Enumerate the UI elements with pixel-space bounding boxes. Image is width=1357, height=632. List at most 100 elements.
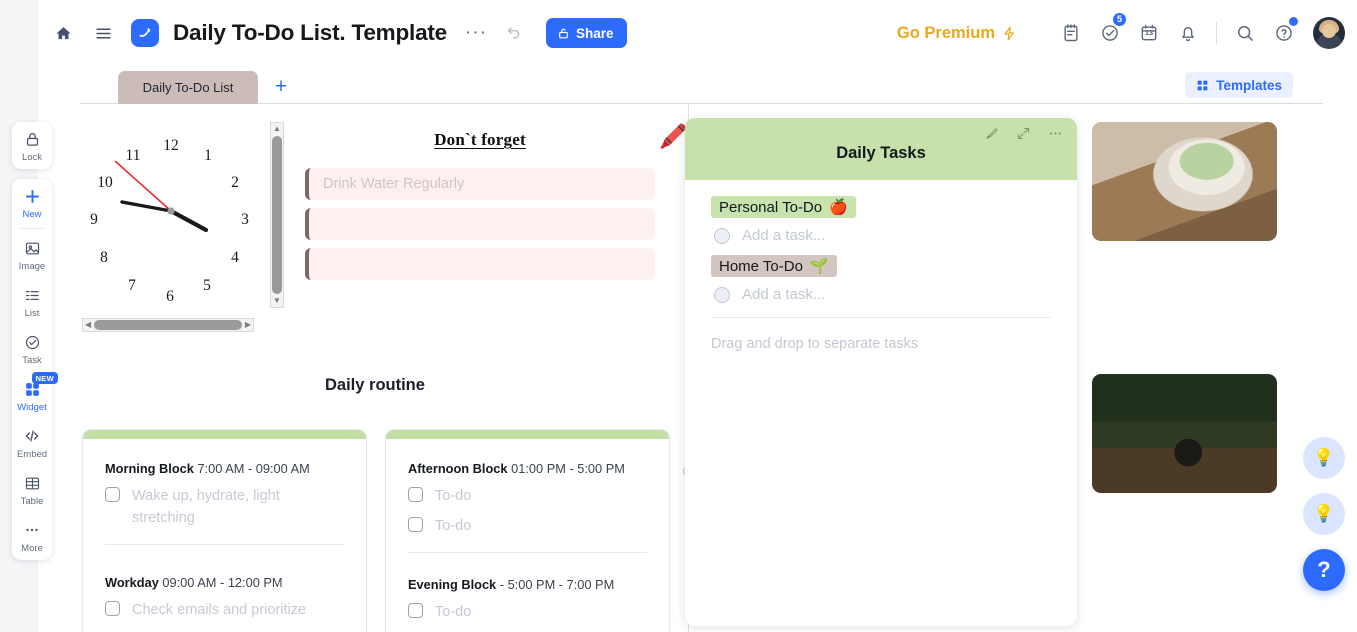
task-group-personal[interactable]: Personal To-Do 🍎 <box>711 196 856 218</box>
more-dots-icon <box>23 520 41 540</box>
matcha-latte-photo[interactable] <box>1092 122 1277 241</box>
calendar-day-number: 13 <box>1144 28 1154 37</box>
routine-todo-item[interactable]: Wake up, hydrate, light stretching <box>105 485 344 530</box>
routine-card-morning: Morning Block 7:00 AM - 09:00 AM Wake up… <box>82 429 367 632</box>
clock-number-5: 5 <box>203 277 211 294</box>
notepad-icon[interactable] <box>1053 15 1089 51</box>
tab-daily-to-do-list[interactable]: Daily To-Do List <box>118 71 258 104</box>
clock-minute-hand <box>168 208 209 233</box>
app-logo-icon[interactable] <box>131 19 159 47</box>
title-more-button[interactable]: ··· <box>465 23 487 42</box>
routine-divider <box>105 543 344 545</box>
sidebar-item-new[interactable]: New <box>12 179 52 226</box>
sidebar-label-widget: Widget <box>17 402 47 413</box>
clock-vertical-scrollbar[interactable]: ▲ ▼ <box>270 122 284 308</box>
clock-horizontal-scrollbar[interactable]: ◀ ▶ <box>82 318 254 332</box>
templates-button[interactable]: Templates <box>1185 72 1293 98</box>
scroll-down-arrow-icon[interactable]: ▼ <box>273 297 281 305</box>
add-task-home[interactable]: Add a task... <box>714 286 1051 303</box>
hint-bulb-button-1[interactable]: 💡 <box>1303 437 1345 479</box>
page-title: Daily To-Do List. Template <box>173 20 447 45</box>
hamburger-menu-icon[interactable] <box>88 18 118 48</box>
routine-block-name: Morning Block <box>105 461 194 476</box>
clock-number-6: 6 <box>166 288 174 305</box>
lock-tool-card: Lock <box>12 122 52 169</box>
task-radio-icon[interactable] <box>714 227 730 244</box>
todo-checkbox[interactable] <box>408 487 423 502</box>
daily-tasks-header: Daily Tasks <box>685 118 1077 180</box>
app-root: Daily To-Do List. Template ··· Share Go … <box>0 0 1357 632</box>
sidebar-item-widget[interactable]: NEW Widget <box>12 372 58 419</box>
calendar-icon[interactable]: 13 <box>1131 15 1167 51</box>
bell-icon[interactable] <box>1170 15 1206 51</box>
daily-routine-title: Daily routine <box>325 376 425 394</box>
dont-forget-input-2[interactable] <box>305 208 655 240</box>
sidebar-item-list[interactable]: List <box>12 278 52 325</box>
share-button[interactable]: Share <box>545 18 627 48</box>
routine-card-body: Morning Block 7:00 AM - 09:00 AM Wake up… <box>83 439 366 621</box>
vintage-camera-photo[interactable] <box>1092 374 1277 493</box>
routine-block-time: 7:00 AM - 09:00 AM <box>197 461 310 476</box>
sidebar-item-image[interactable]: Image <box>12 231 52 278</box>
go-premium-label: Go Premium <box>896 23 995 42</box>
routine-divider <box>408 551 647 553</box>
scroll-up-arrow-icon[interactable]: ▲ <box>273 125 281 133</box>
vertical-scroll-thumb[interactable] <box>272 136 282 294</box>
list-icon <box>24 285 41 305</box>
sidebar-item-embed[interactable]: Embed <box>12 419 52 466</box>
go-premium-button[interactable]: Go Premium <box>897 24 1017 43</box>
scroll-left-arrow-icon[interactable]: ◀ <box>85 321 91 329</box>
widget-new-badge: NEW <box>31 372 58 384</box>
help-question-icon[interactable] <box>1266 15 1302 51</box>
sidebar-item-table[interactable]: Table <box>12 466 52 513</box>
horizontal-scroll-thumb[interactable] <box>94 320 242 330</box>
more-dots-icon[interactable] <box>1048 126 1063 146</box>
undo-icon[interactable] <box>500 18 530 48</box>
sidebar-item-task[interactable]: Task <box>12 325 52 372</box>
routine-todo-item[interactable]: To-do <box>408 601 647 623</box>
daily-tasks-body: Personal To-Do 🍎 Add a task... Home To-D… <box>685 180 1077 352</box>
todo-checkbox[interactable] <box>105 600 120 616</box>
routine-todo-item[interactable]: Check emails and prioritize <box>105 599 344 621</box>
clock-number-7: 7 <box>128 277 136 294</box>
routine-card-afternoon: Afternoon Block 01:00 PM - 5:00 PM To-do… <box>385 429 670 632</box>
todo-checkbox[interactable] <box>408 517 423 533</box>
task-circle-icon <box>24 332 41 352</box>
routine-todo-item[interactable]: To-do <box>408 515 647 537</box>
document-canvas: 12 1 2 3 4 5 6 7 8 9 10 11 ▲ ▼ ◀ ▶ Don`t… <box>60 104 1357 632</box>
sidebar-item-more[interactable]: More <box>12 513 52 560</box>
home-icon[interactable] <box>48 18 78 48</box>
embed-code-icon <box>23 426 41 446</box>
brush-icon[interactable] <box>984 126 999 146</box>
left-tool-rail: Lock New Image List Task NEW Widget Embe… <box>12 122 58 560</box>
expand-icon[interactable] <box>1016 126 1031 146</box>
task-group-home[interactable]: Home To-Do 🌱 <box>711 255 837 277</box>
user-avatar[interactable] <box>1313 17 1345 49</box>
help-button[interactable]: ? <box>1303 549 1345 591</box>
search-icon[interactable] <box>1227 15 1263 51</box>
routine-todo-item[interactable]: To-do <box>408 485 647 507</box>
hint-bulb-button-2[interactable]: 💡 <box>1303 493 1345 535</box>
add-task-personal[interactable]: Add a task... <box>714 227 1051 244</box>
sidebar-label-task: Task <box>22 355 42 366</box>
todo-label: To-do <box>435 518 472 535</box>
sidebar-label-new: New <box>22 209 42 220</box>
question-mark-icon: ? <box>1317 557 1331 582</box>
add-task-placeholder: Add a task... <box>742 227 826 244</box>
todo-checkbox[interactable] <box>105 487 120 502</box>
clock-number-3: 3 <box>241 211 249 228</box>
clock-number-12: 12 <box>163 137 179 154</box>
dont-forget-input-3[interactable] <box>305 248 655 280</box>
task-radio-icon[interactable] <box>714 286 730 303</box>
dont-forget-section: Don`t forget 🖍️ Drink Water Regularly <box>305 123 688 288</box>
dont-forget-input-1[interactable]: Drink Water Regularly <box>305 168 655 200</box>
task-check-icon[interactable]: 5 <box>1092 12 1128 51</box>
clock-number-9: 9 <box>90 211 98 228</box>
todo-checkbox[interactable] <box>408 602 423 618</box>
scroll-right-arrow-icon[interactable]: ▶ <box>245 321 251 329</box>
add-tab-button[interactable]: + <box>270 75 292 98</box>
sidebar-item-lock[interactable]: Lock <box>12 122 52 169</box>
daily-tasks-panel: Daily Tasks Personal To-Do 🍎 Add a task.… <box>685 118 1077 626</box>
analog-clock-widget[interactable]: 12 1 2 3 4 5 6 7 8 9 10 11 ▲ ▼ ◀ ▶ <box>78 118 284 332</box>
share-label: Share <box>575 25 614 41</box>
